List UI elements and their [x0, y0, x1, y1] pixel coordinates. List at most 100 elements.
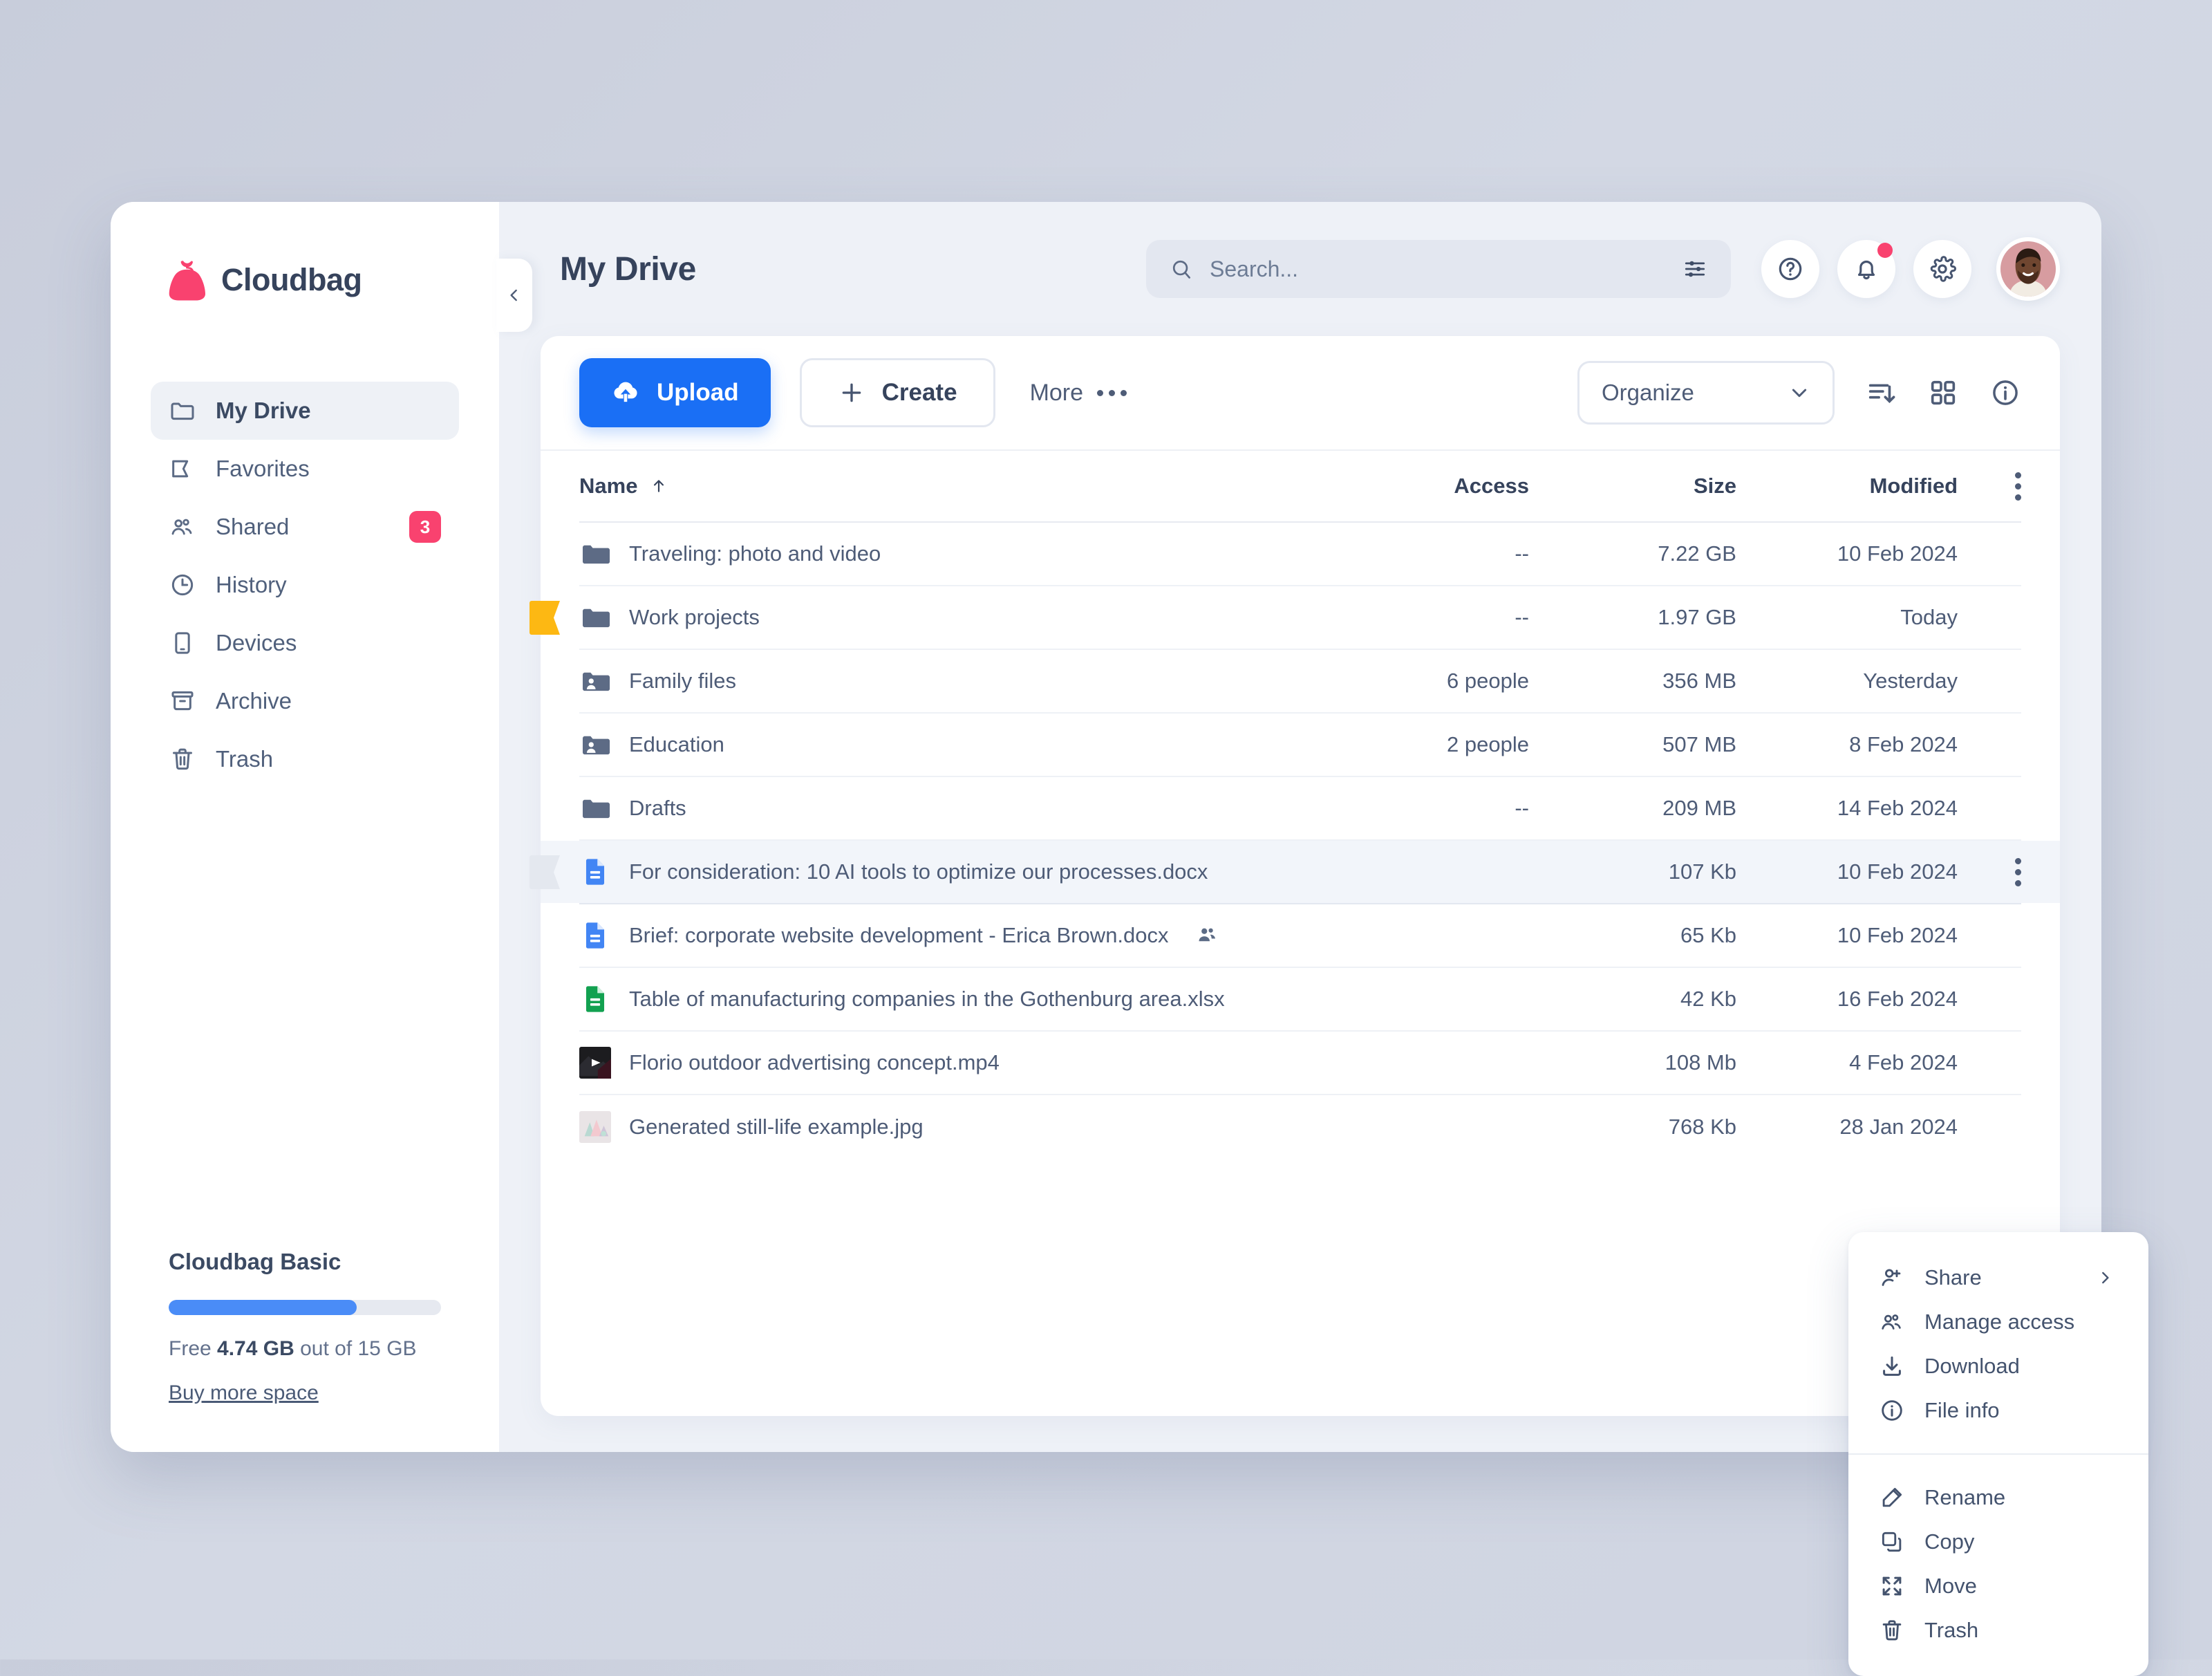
table-row[interactable]: Drafts -- 209 MB 14 Feb 2024	[579, 777, 2021, 841]
sidebar-item-archive[interactable]: Archive	[151, 672, 459, 730]
row-modified: 16 Feb 2024	[1837, 987, 1958, 1011]
menu-item-trash[interactable]: Trash	[1848, 1608, 2148, 1652]
column-header-size[interactable]: Size	[1529, 474, 1736, 499]
folder-icon	[582, 799, 610, 819]
sidebar-item-label: Devices	[216, 630, 297, 655]
bell-icon	[1852, 254, 1881, 283]
search-input[interactable]	[1210, 256, 1666, 282]
search-bar[interactable]	[1146, 240, 1731, 298]
free-prefix: Free	[169, 1337, 218, 1360]
table-row[interactable]: Generated still-life example.jpg 768 Kb …	[579, 1095, 2021, 1159]
free-suffix: out of 15 GB	[294, 1337, 417, 1360]
sidebar-collapse-button[interactable]	[496, 259, 532, 332]
row-marker-ribbon[interactable]	[528, 855, 560, 889]
table-row[interactable]: Work projects -- 1.97 GB Today	[529, 586, 2021, 650]
clock-icon	[169, 571, 196, 599]
menu-item-label: Trash	[1924, 1618, 1979, 1642]
sidebar-item-label: Archive	[216, 688, 292, 714]
column-header-name[interactable]: Name	[579, 474, 1322, 499]
table-row[interactable]: Table of manufacturing companies in the …	[579, 968, 2021, 1032]
sidebar-item-devices[interactable]: Devices	[151, 614, 459, 672]
file-table: Name Access Size Modified Traveling: pho…	[529, 451, 2060, 1416]
pencil-icon	[1879, 1484, 1905, 1511]
row-size: 65 Kb	[1680, 923, 1736, 947]
settings-button[interactable]	[1913, 240, 1971, 298]
help-button[interactable]	[1761, 240, 1819, 298]
table-row[interactable]: Brief: corporate website development - E…	[579, 904, 2021, 968]
table-row[interactable]: Florio outdoor advertising concept.mp4 1…	[579, 1032, 2021, 1095]
row-modified: Yesterday	[1863, 669, 1958, 693]
create-button-label: Create	[881, 379, 957, 406]
sort-icon[interactable]	[1865, 377, 1897, 409]
menu-item-file-info[interactable]: File info	[1848, 1388, 2148, 1433]
organize-dropdown[interactable]: Organize	[1577, 361, 1835, 425]
create-button[interactable]: Create	[799, 358, 995, 427]
xlsx-file-icon	[585, 986, 605, 1012]
people-icon	[1879, 1309, 1905, 1335]
organize-label: Organize	[1602, 380, 1694, 405]
menu-item-label: Download	[1924, 1354, 2020, 1378]
row-name-cell: Florio outdoor advertising concept.mp4	[579, 1047, 1322, 1079]
sidebar-item-label: History	[216, 572, 287, 597]
row-menu-cell[interactable]	[1958, 857, 2021, 886]
menu-item-move[interactable]: Move	[1848, 1564, 2148, 1608]
row-size: 1.97 GB	[1658, 605, 1736, 629]
buy-more-space-link[interactable]: Buy more space	[169, 1381, 319, 1405]
table-row[interactable]: Education 2 people 507 MB 8 Feb 2024	[579, 714, 2021, 777]
folder-icon	[169, 397, 196, 425]
row-size: 108 Mb	[1665, 1050, 1736, 1074]
menu-item-label: Manage access	[1924, 1310, 2075, 1334]
column-header-menu[interactable]	[1958, 472, 2021, 501]
sidebar-item-trash[interactable]: Trash	[151, 730, 459, 788]
kebab-icon[interactable]	[2014, 472, 2021, 501]
row-modified: 10 Feb 2024	[1837, 859, 1958, 884]
menu-item-rename[interactable]: Rename	[1848, 1475, 2148, 1520]
menu-item-share[interactable]: Share	[1848, 1256, 2148, 1300]
chevron-down-icon	[1788, 382, 1810, 404]
row-modified: 8 Feb 2024	[1849, 732, 1958, 756]
grid-view-icon[interactable]	[1927, 377, 1959, 409]
main-area: My Drive Search... Upload Create More Or…	[499, 202, 2148, 1676]
notifications-button[interactable]	[1837, 240, 1895, 298]
more-button[interactable]: More	[1030, 380, 1127, 407]
row-file-name: For consideration: 10 AI tools to optimi…	[629, 859, 1208, 884]
table-row[interactable]: Traveling: photo and video -- 7.22 GB 10…	[579, 523, 2021, 586]
menu-separator	[1848, 1453, 2148, 1455]
trash-icon	[1879, 1617, 1905, 1644]
upload-button[interactable]: Upload	[579, 358, 771, 427]
sidebar-item-history[interactable]: History	[151, 556, 459, 614]
row-size: 42 Kb	[1680, 987, 1736, 1011]
row-name-cell: Work projects	[579, 602, 1322, 633]
menu-item-download[interactable]: Download	[1848, 1344, 2148, 1388]
row-modified: 14 Feb 2024	[1837, 796, 1958, 820]
row-kebab-icon[interactable]	[2014, 857, 2021, 886]
table-row[interactable]: For consideration: 10 AI tools to optimi…	[529, 841, 2060, 904]
column-header-access[interactable]: Access	[1322, 474, 1529, 499]
sidebar-item-label: My Drive	[216, 398, 311, 423]
upload-button-label: Upload	[657, 379, 739, 406]
storage-free-text: Free 4.74 GB out of 15 GB	[169, 1337, 441, 1361]
sidebar-item-favorites[interactable]: Favorites	[151, 440, 459, 498]
plan-title: Cloudbag Basic	[169, 1249, 341, 1274]
table-body: Traveling: photo and video -- 7.22 GB 10…	[529, 523, 2060, 1159]
sidebar-item-label: Shared	[216, 514, 290, 539]
menu-item-copy[interactable]: Copy	[1848, 1520, 2148, 1564]
column-header-modified[interactable]: Modified	[1736, 474, 1958, 499]
row-size: 768 Kb	[1668, 1115, 1736, 1139]
free-amount: 4.74 GB	[217, 1337, 294, 1360]
menu-item-manage-access[interactable]: Manage access	[1848, 1300, 2148, 1344]
avatar[interactable]	[1996, 237, 2060, 301]
filter-icon[interactable]	[1683, 257, 1707, 281]
notification-dot	[1877, 243, 1893, 258]
table-row[interactable]: Family files 6 people 356 MB Yesterday	[579, 650, 2021, 714]
cloudbag-logo-icon	[169, 260, 205, 301]
info-icon[interactable]	[1989, 377, 2021, 409]
row-size: 107 Kb	[1668, 859, 1736, 884]
sidebar-item-my-drive[interactable]: My Drive	[151, 382, 459, 440]
menu-item-label: Rename	[1924, 1485, 2006, 1509]
row-marker-ribbon[interactable]	[528, 600, 560, 635]
row-name-cell: For consideration: 10 AI tools to optimi…	[579, 856, 1322, 888]
menu-item-label: Move	[1924, 1574, 1977, 1598]
menu-item-label: File info	[1924, 1398, 2000, 1422]
sidebar-item-shared[interactable]: Shared 3	[151, 498, 459, 556]
